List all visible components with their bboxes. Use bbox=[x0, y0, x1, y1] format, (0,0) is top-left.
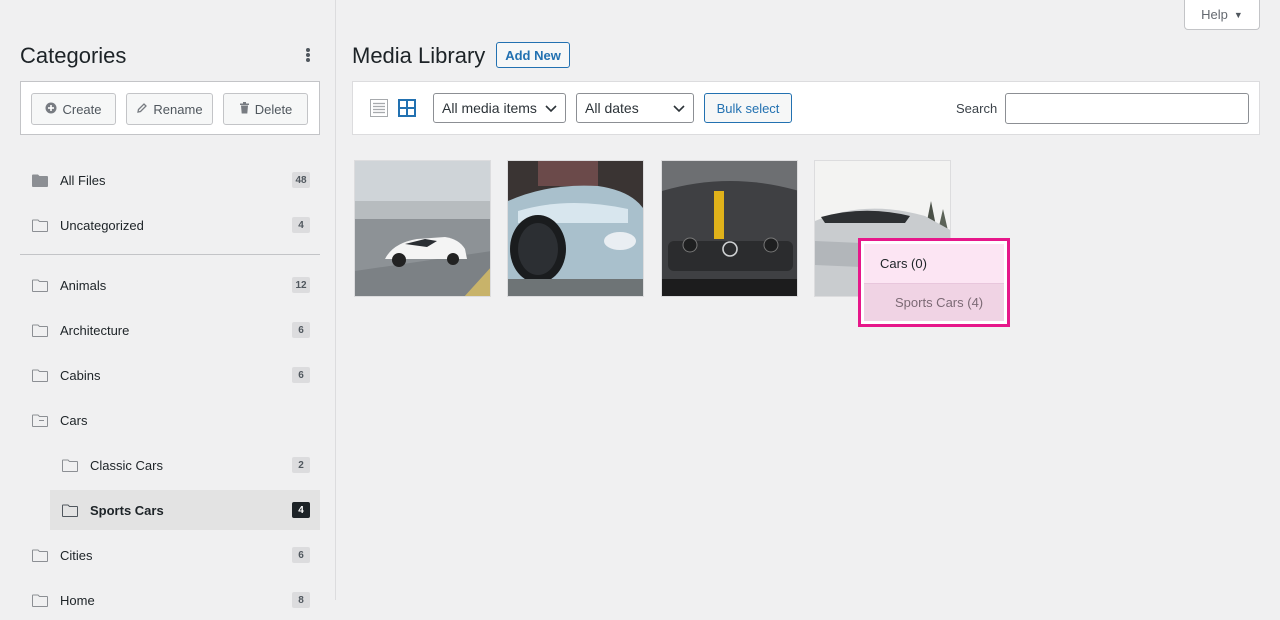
folder-icon bbox=[32, 549, 48, 562]
create-button[interactable]: Create bbox=[31, 93, 116, 125]
drag-drop-tooltip: Cars (0) Sports Cars (4) bbox=[858, 238, 1010, 327]
drop-target-label: Cars (0) bbox=[864, 244, 1004, 284]
folder-label: Uncategorized bbox=[60, 217, 144, 233]
folder-count-badge: 6 bbox=[292, 322, 310, 338]
create-label: Create bbox=[62, 101, 102, 117]
folder-count-badge: 8 bbox=[292, 592, 310, 608]
folder-uncategorized[interactable]: Uncategorized 4 bbox=[20, 205, 320, 245]
folder-count-badge: 6 bbox=[292, 547, 310, 563]
plus-circle-icon bbox=[45, 102, 57, 117]
folder-icon bbox=[32, 324, 48, 337]
folder-label: Sports Cars bbox=[90, 502, 164, 518]
folder-filled-icon bbox=[32, 174, 48, 187]
categories-title: Categories bbox=[20, 43, 127, 68]
folder-home[interactable]: Home 8 bbox=[20, 580, 320, 620]
date-select[interactable]: All dates bbox=[576, 93, 694, 123]
folder-icon bbox=[62, 459, 78, 472]
folder-icon bbox=[32, 279, 48, 292]
folder-count-badge: 12 bbox=[292, 277, 310, 293]
folder-icon bbox=[32, 369, 48, 382]
drag-source-label: Sports Cars (4) bbox=[864, 284, 1004, 321]
folder-icon bbox=[32, 594, 48, 607]
folder-icon bbox=[32, 219, 48, 232]
page-title: Media Library bbox=[352, 43, 486, 68]
folder-count-badge: 4 bbox=[292, 217, 310, 233]
chevron-down-icon bbox=[545, 105, 557, 113]
rename-button[interactable]: Rename bbox=[126, 93, 213, 125]
car-image bbox=[508, 161, 643, 296]
media-type-value: All media items bbox=[442, 100, 537, 116]
rename-label: Rename bbox=[153, 101, 203, 117]
categories-sidebar: Categories Create Rename Delete All File… bbox=[0, 0, 336, 608]
date-value: All dates bbox=[585, 100, 639, 116]
folder-label: Classic Cars bbox=[90, 457, 163, 473]
delete-label: Delete bbox=[254, 101, 293, 117]
folder-sports-cars[interactable]: Sports Cars 4 bbox=[50, 490, 320, 530]
help-label: Help bbox=[1201, 7, 1228, 22]
media-thumbnail[interactable] bbox=[507, 160, 644, 297]
trash-icon bbox=[239, 101, 250, 117]
car-image bbox=[662, 161, 797, 296]
help-tab-button[interactable]: Help ▼ bbox=[1184, 0, 1260, 30]
folder-count-badge: 6 bbox=[292, 367, 310, 383]
caret-down-icon: ▼ bbox=[1233, 9, 1243, 20]
folder-label: Cabins bbox=[60, 367, 101, 383]
more-options-icon[interactable] bbox=[303, 46, 313, 64]
folder-count-badge: 2 bbox=[292, 457, 310, 473]
add-new-button[interactable]: Add New bbox=[496, 42, 570, 68]
media-thumbnail[interactable] bbox=[661, 160, 798, 297]
list-view-icon[interactable] bbox=[370, 99, 388, 117]
folder-animals[interactable]: Animals 12 bbox=[20, 265, 320, 305]
category-actions: Create Rename Delete bbox=[20, 81, 320, 135]
media-toolbar: All media items All dates Bulk select Se… bbox=[352, 81, 1260, 135]
media-thumbnail[interactable] bbox=[354, 160, 491, 297]
folder-cabins[interactable]: Cabins 6 bbox=[20, 355, 320, 395]
search-input[interactable] bbox=[1005, 93, 1249, 124]
folder-classic-cars[interactable]: Classic Cars 2 bbox=[50, 445, 320, 485]
media-type-select[interactable]: All media items bbox=[433, 93, 566, 123]
grid-view-icon[interactable] bbox=[398, 99, 416, 117]
folder-divider bbox=[20, 254, 320, 255]
bulk-select-button[interactable]: Bulk select bbox=[704, 93, 792, 123]
folder-all-files[interactable]: All Files 48 bbox=[20, 160, 320, 200]
folder-label: Cities bbox=[60, 547, 93, 563]
folder-cars[interactable]: Cars bbox=[20, 400, 320, 440]
folder-icon bbox=[62, 504, 78, 517]
folder-count-badge: 4 bbox=[292, 502, 310, 518]
folder-label: Animals bbox=[60, 277, 107, 293]
delete-button[interactable]: Delete bbox=[223, 93, 308, 125]
search-label: Search bbox=[956, 101, 998, 116]
folder-architecture[interactable]: Architecture 6 bbox=[20, 310, 320, 350]
folder-label: Architecture bbox=[60, 322, 130, 338]
folder-label: Home bbox=[60, 592, 95, 608]
folder-label: All Files bbox=[60, 172, 106, 188]
pencil-icon bbox=[136, 102, 148, 117]
car-image bbox=[355, 161, 490, 296]
chevron-down-icon bbox=[673, 105, 685, 113]
folder-open-icon bbox=[32, 414, 48, 427]
folder-label: Cars bbox=[60, 412, 88, 428]
folder-count-badge: 48 bbox=[292, 172, 310, 188]
folder-cities[interactable]: Cities 6 bbox=[20, 535, 320, 575]
